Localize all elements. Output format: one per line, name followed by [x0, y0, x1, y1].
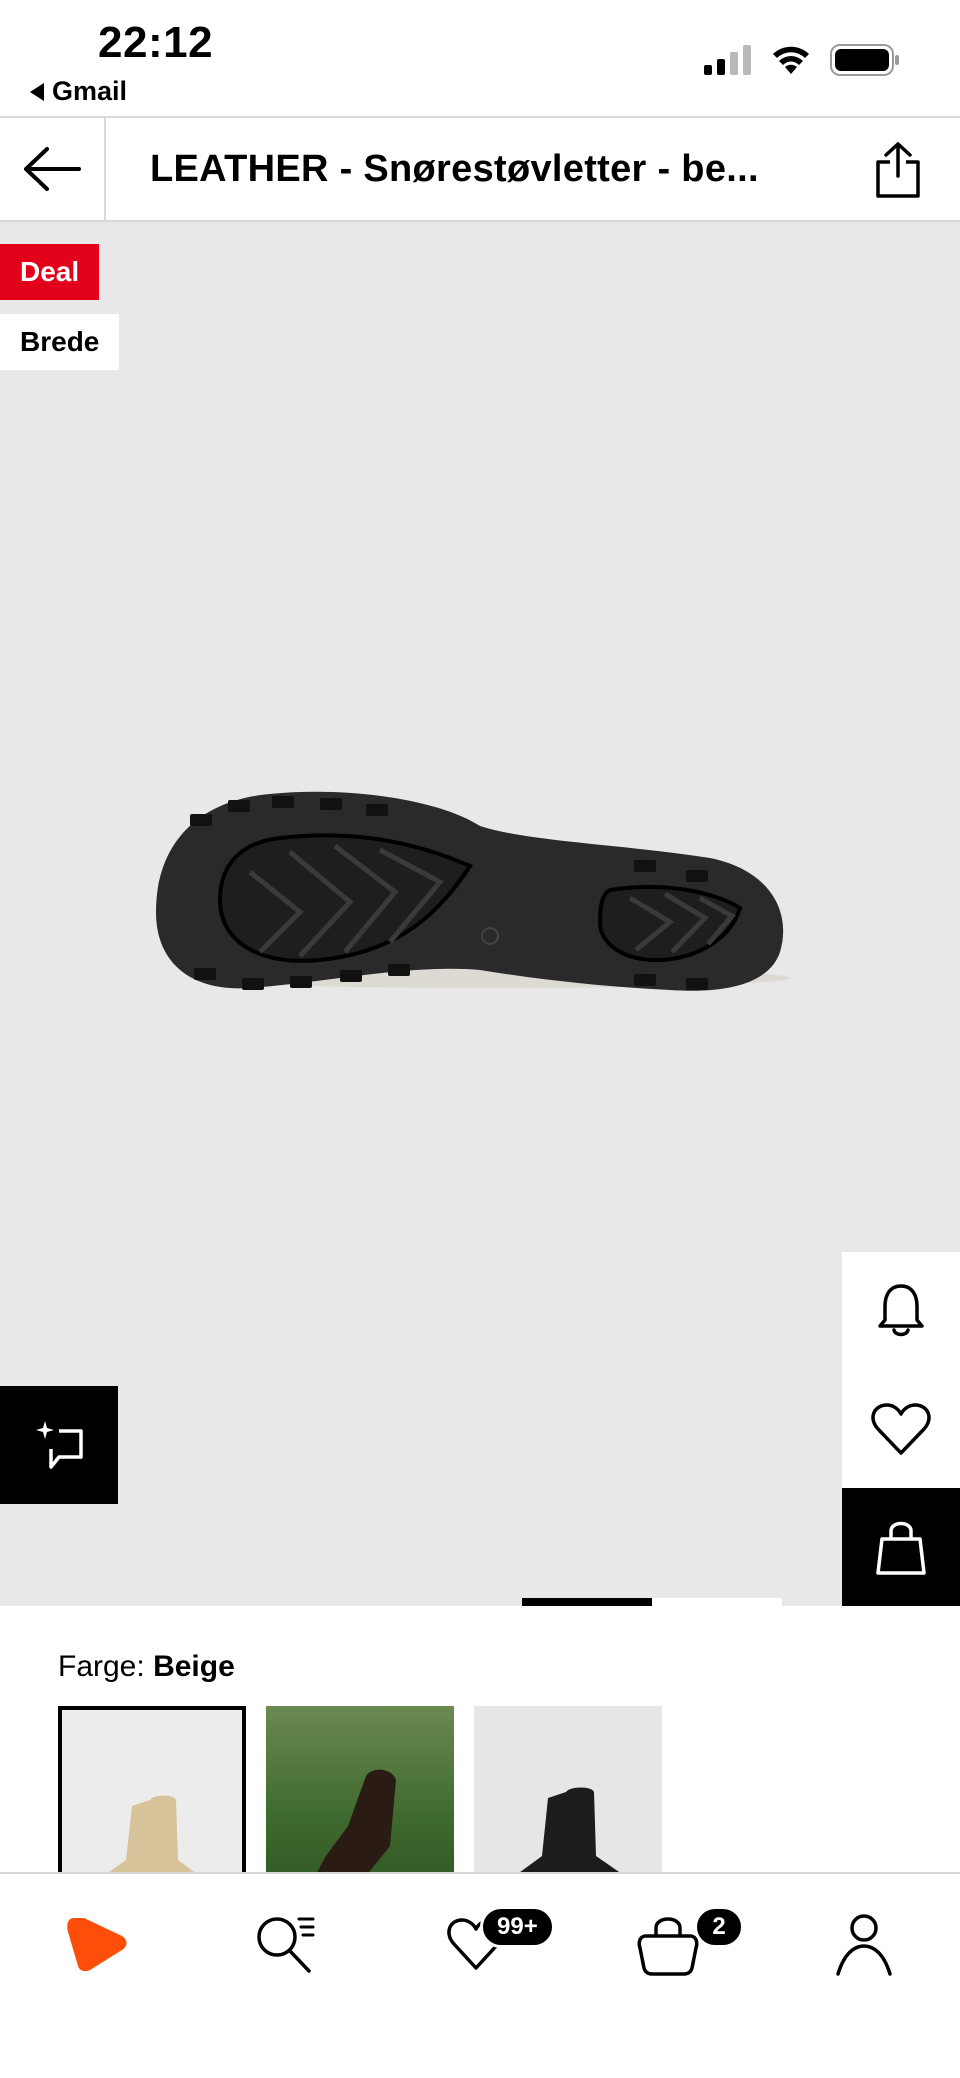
color-swatch-beige[interactable] [58, 1706, 246, 1874]
add-to-wishlist-button[interactable] [842, 1370, 960, 1488]
back-app-label: Gmail [52, 76, 128, 106]
gallery-indicator [652, 1598, 782, 1606]
sparkle-chat-icon [36, 1421, 83, 1469]
share-button[interactable] [868, 138, 928, 202]
search-icon [257, 1917, 315, 1973]
shoe-sole-image [156, 791, 790, 991]
bag-count-badge: 2 [694, 1906, 744, 1948]
color-swatch-black[interactable] [474, 1706, 662, 1874]
black-boot-thumbnail [517, 1787, 622, 1874]
nav-profile[interactable] [824, 1904, 904, 1984]
deal-badge: Deal [0, 244, 100, 300]
nav-search[interactable] [246, 1904, 326, 1984]
beige-boot-thumbnail [106, 1795, 197, 1874]
cellular-signal-icon [704, 45, 751, 75]
back-to-app-link[interactable]: Gmail [30, 76, 127, 107]
page-title: LEATHER - Snørestøvletter - be... [150, 148, 759, 190]
shopping-bag-icon [637, 1917, 699, 1976]
back-button[interactable] [0, 118, 106, 220]
status-icons [704, 44, 900, 76]
product-side-actions [842, 1252, 960, 1606]
wishlist-count-badge: 99+ [480, 1906, 555, 1948]
status-time: 22:12 [98, 18, 214, 67]
gallery-indicator-active [522, 1598, 652, 1606]
brand-logo-icon [67, 1918, 127, 1972]
user-profile-icon [836, 1914, 892, 1976]
color-label: Farge: Beige [58, 1650, 235, 1684]
nav-home[interactable] [56, 1904, 136, 1984]
bottom-navigation: 99+ 2 [0, 1872, 960, 2078]
battery-icon [830, 44, 899, 76]
ai-assistant-button[interactable] [0, 1386, 118, 1504]
product-image-gallery[interactable]: Deal Brede [0, 222, 960, 1606]
brown-boot-thumbnail [316, 1769, 396, 1874]
bell-icon [878, 1284, 924, 1337]
arrow-left-icon [24, 147, 81, 191]
color-swatch-brown[interactable] [266, 1706, 454, 1874]
color-label-prefix: Farge: [58, 1650, 145, 1683]
add-to-bag-button[interactable] [842, 1488, 960, 1606]
color-swatches [58, 1706, 662, 1874]
share-icon [876, 142, 920, 198]
selected-color-name: Beige [153, 1650, 235, 1683]
product-header: LEATHER - Snørestøvletter - be... [0, 116, 960, 222]
status-bar: 22:12 Gmail [0, 0, 960, 116]
wide-fit-badge: Brede [0, 314, 120, 370]
wifi-icon [773, 46, 809, 74]
heart-icon [871, 1403, 931, 1455]
notify-me-button[interactable] [842, 1252, 960, 1370]
color-selector: Farge: Beige [0, 1606, 960, 1874]
back-triangle-icon [30, 82, 44, 101]
shopping-bag-icon [876, 1521, 926, 1575]
